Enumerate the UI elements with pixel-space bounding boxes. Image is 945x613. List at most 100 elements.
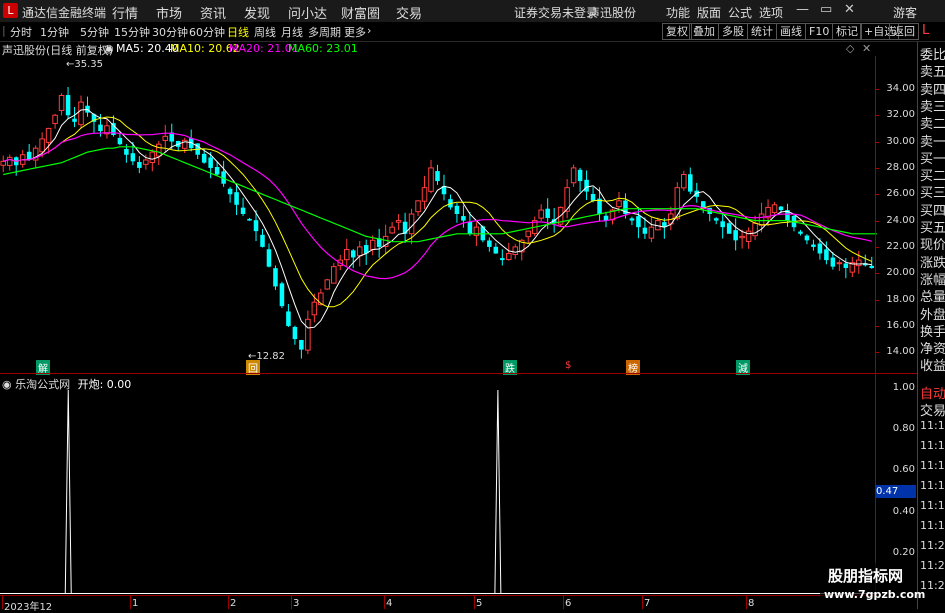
time-readout: 11:20 [920, 559, 945, 572]
date-axis-label: 5 [476, 598, 483, 609]
quote-field-label[interactable]: 净资 [920, 338, 945, 357]
candle-body [130, 153, 136, 162]
minimize-icon[interactable]: — [796, 2, 809, 17]
quote-field-label[interactable]: 换手 [920, 321, 945, 340]
candle-body [0, 160, 7, 166]
tab-period-daily[interactable]: 日线 [227, 24, 249, 40]
menu-formula[interactable]: 公式 [728, 4, 752, 21]
title-bar: L 通达信金融终端 行情 市场 资讯 发现 问小达 财富圈 交易 证券交易未登录… [0, 0, 945, 23]
quote-field-label[interactable]: 卖四 [920, 79, 945, 98]
candle-body [240, 207, 246, 214]
quote-field-label[interactable]: 卖五 [920, 61, 945, 80]
f10-button[interactable]: F10 [805, 23, 834, 40]
quote-field-label[interactable]: 买二 [920, 165, 945, 184]
adjust-button[interactable]: 复权 [662, 23, 692, 40]
candle-body [435, 171, 440, 182]
time-readout: 11:19 [920, 479, 945, 492]
tab-period-tick[interactable]: 分时 [10, 24, 32, 40]
login-status[interactable]: 证券交易未登录 [514, 4, 598, 21]
expand-icon[interactable]: ✕ [862, 42, 871, 55]
date-axis-tick [291, 595, 292, 609]
candle-body [688, 174, 693, 192]
tab-period-30min[interactable]: 30分钟 [152, 24, 188, 40]
candle-body [758, 213, 765, 226]
candle-body [817, 243, 823, 254]
candle-body [350, 250, 356, 258]
kline-chart[interactable] [0, 56, 877, 372]
indicator-axis-label: 0.40 [892, 505, 915, 517]
menu-options[interactable]: 选项 [759, 4, 783, 21]
date-axis-label: 2023年12 [4, 602, 53, 613]
price-axis-label: 24.00 [886, 214, 915, 226]
tab-period-monthly[interactable]: 月线 [281, 24, 303, 40]
quote-field-label[interactable]: 买五 [920, 217, 945, 236]
candle-body [45, 127, 52, 143]
candle-body [843, 263, 849, 268]
price-axis-label: 20.00 [886, 267, 915, 279]
quote-field-label[interactable]: 外盘 [920, 304, 945, 323]
quote-field-label[interactable]: 现价 [920, 234, 945, 253]
candle-body [570, 167, 577, 184]
draw-line-button[interactable]: 画线 [776, 23, 806, 40]
quote-field-label[interactable]: 卖三 [920, 96, 945, 115]
time-readout: 11:18 [920, 439, 945, 452]
quote-field-label[interactable]: 卖一 [920, 131, 945, 150]
candle-body [584, 179, 589, 192]
candle-body [299, 339, 304, 350]
quote-field-label[interactable]: 委比 [920, 44, 945, 63]
multi-stock-button[interactable]: 多股 [718, 23, 748, 40]
tab-period-15min[interactable]: 15分钟 [114, 24, 150, 40]
statistics-button[interactable]: 统计 [747, 23, 777, 40]
time-readout: 11:20 [920, 539, 945, 552]
mark-button[interactable]: 标记 [832, 23, 862, 40]
chevron-right-icon[interactable]: › [367, 24, 371, 37]
restore-icon[interactable]: ▭ [820, 2, 832, 17]
menu-wealth[interactable]: 财富圈 [341, 3, 380, 22]
menu-discover[interactable]: 发现 [244, 3, 270, 22]
tab-period-60min[interactable]: 60分钟 [189, 24, 225, 40]
quote-field-label[interactable]: 总量 [920, 286, 945, 305]
trade-label[interactable]: 交易 [920, 400, 945, 419]
diamond-icon[interactable]: ◇ [846, 42, 854, 55]
candle-body [389, 226, 395, 234]
app-name: 通达信金融终端 [22, 6, 107, 20]
quote-field-label[interactable]: 收益 [920, 355, 945, 374]
quote-field-label[interactable]: 买四 [920, 200, 945, 219]
menu-layout[interactable]: 版面 [697, 4, 721, 21]
indicator-chart[interactable] [0, 388, 877, 594]
candle-body [512, 246, 519, 256]
watermark-title: 股朋指标网 [828, 567, 904, 585]
menu-trade[interactable]: 交易 [396, 3, 422, 22]
current-stock: 声迅股份 [588, 6, 637, 20]
date-axis-label: 4 [386, 598, 393, 609]
quote-field-label[interactable]: 买一 [920, 148, 945, 167]
tab-period-1min[interactable]: 1分钟 [40, 24, 69, 40]
menu-function[interactable]: 功能 [666, 4, 690, 21]
date-axis-label: 8 [748, 598, 755, 609]
menu-news[interactable]: 资讯 [200, 3, 226, 22]
overlay-button[interactable]: 叠加 [689, 23, 719, 40]
quote-field-label[interactable]: 买三 [920, 182, 945, 201]
close-icon[interactable]: ✕ [844, 2, 855, 17]
event-marker-dollar[interactable]: $ [563, 360, 574, 371]
date-axis-tick [130, 595, 131, 609]
candle-body [214, 166, 220, 175]
quote-field-label[interactable]: 涨跌 [920, 252, 945, 271]
quote-field-label[interactable]: 卖二 [920, 113, 945, 132]
settings-dot-icon[interactable]: ◉ [104, 42, 114, 55]
quote-field-label[interactable]: 涨幅 [920, 269, 945, 288]
guest-label[interactable]: 游客 [893, 4, 917, 21]
tab-period-multi[interactable]: 多周期 [308, 24, 341, 40]
menu-quotes[interactable]: 行情 [112, 3, 138, 22]
tab-period-weekly[interactable]: 周线 [254, 24, 276, 40]
tab-period-more[interactable]: 更多 [344, 24, 366, 40]
candle-body [143, 159, 149, 165]
back-button[interactable]: 返回 [889, 23, 919, 40]
menu-market[interactable]: 市场 [156, 3, 182, 22]
tab-period-5min[interactable]: 5分钟 [80, 24, 109, 40]
candle-body [804, 235, 810, 241]
menu-ask[interactable]: 问小达 [288, 3, 327, 22]
date-axis-tick [474, 595, 475, 609]
indicator-axis-label: 0.80 [892, 423, 915, 435]
candle-body [629, 218, 635, 221]
